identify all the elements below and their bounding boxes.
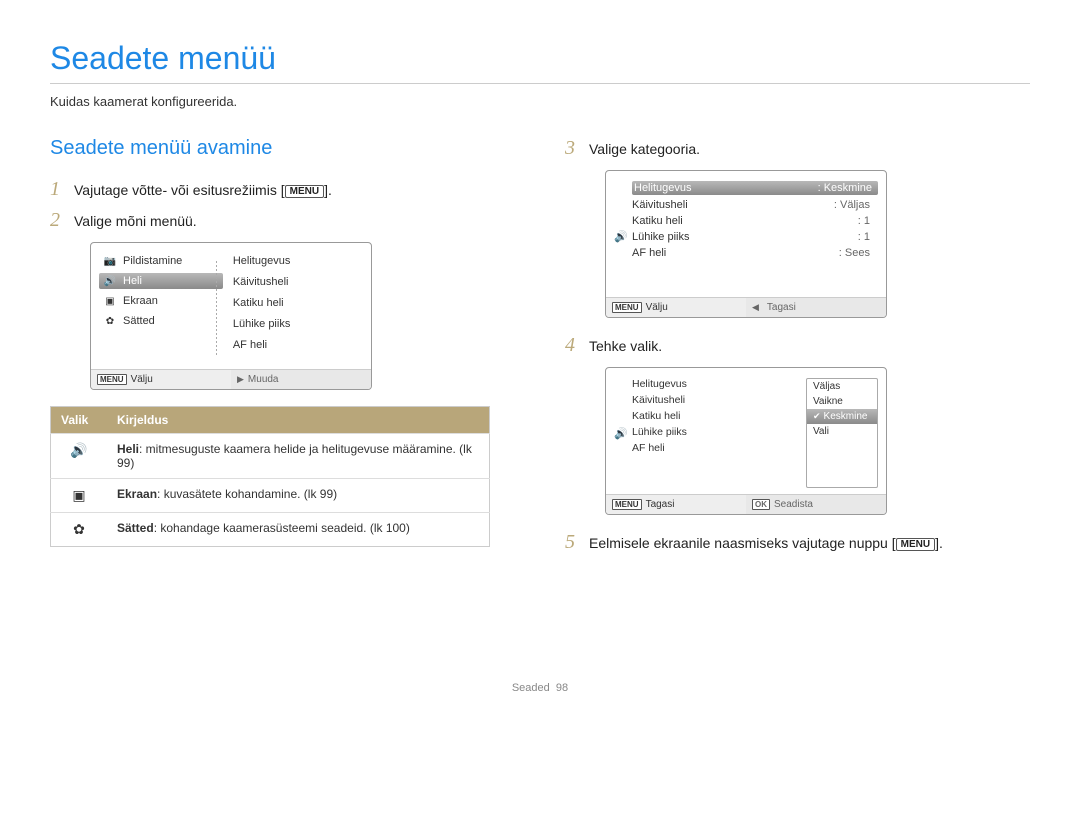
- step-5: 5 Eelmisele ekraanile naasmiseks vajutag…: [565, 531, 1030, 554]
- menu-badge: MENU: [285, 185, 324, 198]
- list-item: Helitugevus: [632, 378, 806, 390]
- sidebar-item[interactable]: 🔊Heli: [99, 273, 223, 289]
- list-item[interactable]: AF heli: Sees: [632, 247, 878, 259]
- display-icon: ▣: [51, 479, 108, 513]
- list-item[interactable]: Käivitusheli: [229, 274, 363, 290]
- sidebar-item[interactable]: ▣Ekraan: [99, 293, 223, 309]
- step-2: 2 Valige mõni menüü.: [50, 209, 515, 232]
- gear-icon: ✿: [51, 513, 108, 547]
- sound-icon: 🔊: [103, 275, 117, 287]
- col-header-description: Kirjeldus: [107, 407, 490, 434]
- step-text: Eelmisele ekraanile naasmiseks vajutage …: [589, 531, 943, 551]
- list-item[interactable]: Lühike piiks: 1: [632, 231, 878, 243]
- list-item[interactable]: Lühike piiks: [229, 316, 363, 332]
- footer-back[interactable]: Tagasi: [746, 298, 886, 317]
- left-column: Seadete menüü avamine 1 Vajutage võtte- …: [50, 137, 515, 562]
- row-label: Ekraan: [117, 487, 157, 501]
- list-item[interactable]: Katiku heli: 1: [632, 215, 878, 227]
- list-item[interactable]: AF heli: [229, 337, 363, 353]
- screen-category: 🔊 Helitugevus: Keskmine Käivitusheli: Vä…: [605, 170, 887, 318]
- list-item[interactable]: Helitugevus: Keskmine: [632, 181, 878, 195]
- step-text: Valige kategooria.: [589, 137, 700, 157]
- row-label: Sätted: [117, 521, 154, 535]
- footer-exit[interactable]: MENUVälju: [606, 298, 746, 317]
- list-item: Lühike piiks: [632, 426, 806, 438]
- row-desc: : mitmesuguste kaamera helide ja helitug…: [117, 442, 472, 470]
- step-number: 4: [565, 334, 589, 357]
- screen-select: 🔊 Helitugevus Käivitusheli Katiku heli L…: [605, 367, 887, 515]
- screen-footer: MENUTagasi OKSeadista: [606, 494, 886, 514]
- sound-icon: 🔊: [51, 434, 108, 479]
- menu-right-pane: Helitugevus Käivitusheli Katiku heli Lüh…: [223, 253, 363, 363]
- step-number: 1: [50, 178, 74, 201]
- arrow-right-icon: ▶: [237, 374, 244, 385]
- footer-change[interactable]: ▶Muuda: [231, 370, 371, 389]
- menu-badge: MENU: [896, 538, 935, 551]
- step-text: Valige mõni menüü.: [74, 209, 197, 229]
- row-label: Heli: [117, 442, 139, 456]
- table-row: ✿ Sätted: kohandage kaamerasüsteemi sead…: [51, 513, 490, 547]
- sidebar-item[interactable]: ✿Sätted: [99, 313, 223, 329]
- list-item: AF heli: [632, 442, 806, 454]
- step-3: 3 Valige kategooria.: [565, 137, 1030, 160]
- camera-icon: 📷: [103, 255, 117, 267]
- option-item[interactable]: Vaikne: [807, 394, 877, 409]
- list-item: Katiku heli: [632, 410, 806, 422]
- right-column: 3 Valige kategooria. 🔊 Helitugevus: Kesk…: [565, 137, 1030, 562]
- list-item: Käivitusheli: [632, 394, 806, 406]
- sound-icon: 🔊: [614, 378, 632, 488]
- list-item[interactable]: Katiku heli: [229, 295, 363, 311]
- page-footer: Seaded 98: [50, 682, 1030, 694]
- sidebar-item[interactable]: 📷Pildistamine: [99, 253, 223, 269]
- col-header-option: Valik: [51, 407, 108, 434]
- list-item[interactable]: Helitugevus: [229, 253, 363, 269]
- step-number: 2: [50, 209, 74, 232]
- step-text: Vajutage võtte- või esitusrežiimis [MENU…: [74, 178, 332, 198]
- page-title: Seadete menüü: [50, 40, 1030, 84]
- menu-left-pane: 📷Pildistamine 🔊Heli ▣Ekraan ✿Sätted: [99, 253, 223, 363]
- step-1: 1 Vajutage võtte- või esitusrežiimis [ME…: [50, 178, 515, 201]
- table-row: ▣ Ekraan: kuvasätete kohandamine. (lk 99…: [51, 479, 490, 513]
- display-icon: ▣: [103, 295, 117, 307]
- footer-exit[interactable]: MENUVälju: [91, 370, 231, 389]
- step-number: 3: [565, 137, 589, 160]
- section-heading: Seadete menüü avamine: [50, 137, 515, 160]
- option-item[interactable]: Väljas: [807, 379, 877, 394]
- description-table: Valik Kirjeldus 🔊 Heli: mitmesuguste kaa…: [50, 406, 490, 547]
- footer-set[interactable]: OKSeadista: [746, 495, 886, 514]
- content-columns: Seadete menüü avamine 1 Vajutage võtte- …: [50, 137, 1030, 562]
- row-desc: : kohandage kaamerasüsteemi seadeid. (lk…: [154, 521, 410, 535]
- step-text: Tehke valik.: [589, 334, 662, 354]
- step-4: 4 Tehke valik.: [565, 334, 1030, 357]
- sound-icon: 🔊: [614, 181, 632, 291]
- option-item[interactable]: Keskmine: [807, 409, 877, 424]
- gear-icon: ✿: [103, 315, 117, 327]
- step-number: 5: [565, 531, 589, 554]
- option-popup: Väljas Vaikne Keskmine Vali: [806, 378, 878, 488]
- screen-footer: MENUVälju Tagasi: [606, 297, 886, 317]
- row-desc: : kuvasätete kohandamine. (lk 99): [157, 487, 337, 501]
- screen-footer: MENUVälju ▶Muuda: [91, 369, 371, 389]
- page-subtitle: Kuidas kaamerat konfigureerida.: [50, 94, 1030, 109]
- option-item[interactable]: Vali: [807, 424, 877, 439]
- screen-menu: 📷Pildistamine 🔊Heli ▣Ekraan ✿Sätted Heli…: [90, 242, 372, 390]
- footer-back[interactable]: MENUTagasi: [606, 495, 746, 514]
- table-row: 🔊 Heli: mitmesuguste kaamera helide ja h…: [51, 434, 490, 479]
- list-item[interactable]: Käivitusheli: Väljas: [632, 199, 878, 211]
